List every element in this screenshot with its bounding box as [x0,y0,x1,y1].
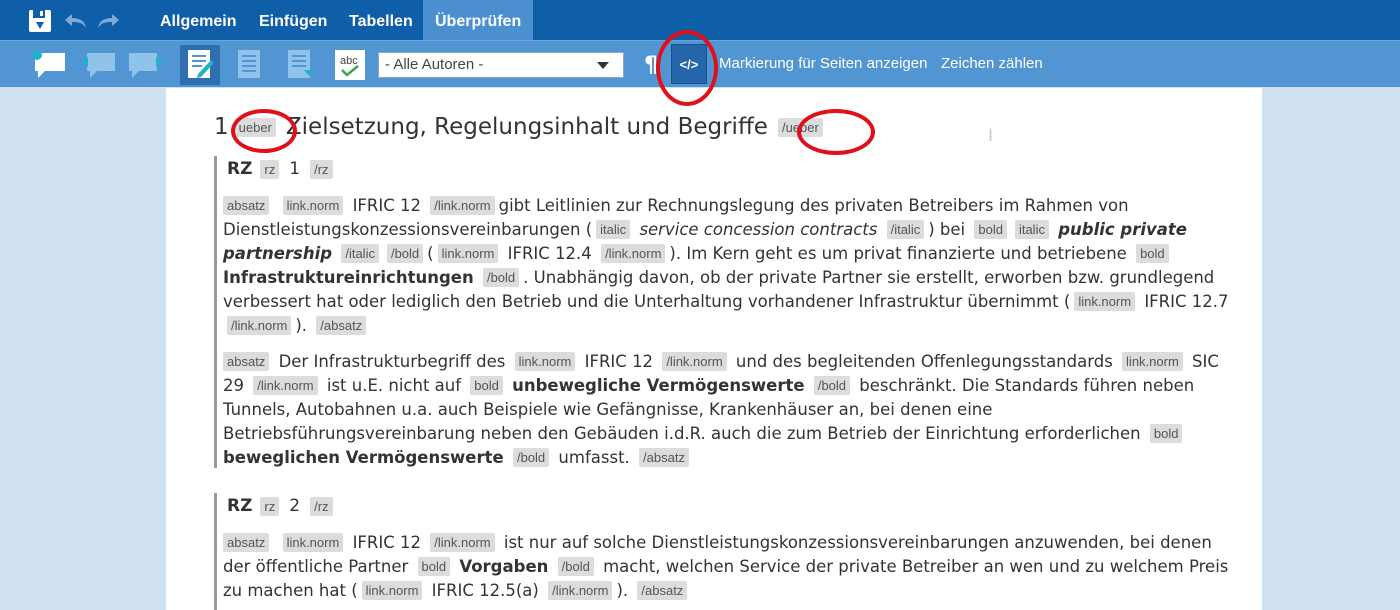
spellcheck-label: abc [340,55,358,67]
highlight-ring-tags-button [656,30,718,106]
previous-comment-icon[interactable] [78,45,118,85]
bold-tag[interactable]: bold [974,220,1007,239]
author-filter-select[interactable]: - Alle Autoren - [378,52,624,78]
link-norm-close-tag[interactable]: /link.norm [227,316,292,335]
rz-close-tag[interactable]: /rz [310,159,333,179]
save-icon[interactable] [26,8,54,34]
spellcheck-icon[interactable]: abc [330,45,370,85]
link-norm-close-tag[interactable]: /link.norm [430,533,495,552]
absatz-tag[interactable]: absatz [223,533,270,552]
link-norm-close-tag[interactable]: /link.norm [548,581,613,600]
text-run: umfasst. [558,448,630,467]
track-changes-icon[interactable] [180,45,220,85]
link-norm-tag[interactable]: link.norm [361,581,423,600]
heading-text: Zielsetzung, Regelungsinhalt und Begriff… [285,114,768,140]
new-comment-icon[interactable] [28,45,68,85]
bold-text: Vorgaben [459,557,549,576]
text-run: ). Im Kern geht es um privat finanzierte… [669,244,1127,263]
absatz-close-tag[interactable]: /absatz [316,316,367,335]
rz-open-tag[interactable]: rz [260,496,280,516]
reject-change-icon[interactable] [280,45,320,85]
bold-close-tag[interactable]: /bold [813,376,851,395]
text-run: und des begleitenden Offenlegungsstandar… [735,352,1113,371]
link-norm-tag[interactable]: link.norm [282,196,344,215]
link-norm-close-tag[interactable]: /link.norm [662,352,727,371]
link-norm-close-tag[interactable]: /link.norm [253,376,318,395]
link-norm-tag[interactable]: link.norm [514,352,576,371]
text-run: ) bei [928,220,966,239]
paragraph[interactable]: absatz link.norm IFRIC 12 /link.norm gibt… [223,194,1235,338]
link-norm-tag[interactable]: link.norm [1122,352,1183,371]
paragraph[interactable]: absatz Der Infrastrukturbegriff des link… [223,350,1235,470]
rz-close-tag-visible[interactable]: /rz [310,496,333,516]
italic-tag[interactable]: italic [1014,220,1049,239]
bold-tag[interactable]: bold [470,376,503,395]
count-characters-link[interactable]: Zeichen zählen [941,55,1043,72]
absatz-close-tag[interactable]: /absatz [639,448,689,467]
text-run: Der Infrastrukturbegriff des [278,352,506,371]
italic-tag[interactable]: italic [596,220,631,239]
absatz-close-tag[interactable]: /absatz [637,581,688,600]
bold-text: beweglichen Vermögenswerte [223,448,504,467]
highlight-ring-ueber-open [231,109,297,153]
link-norm-tag[interactable]: link.norm [437,244,499,263]
link-norm-close-tag[interactable]: /link.norm [601,244,666,263]
text-run: ). [295,316,308,335]
italic-close-tag[interactable]: /italic [886,220,925,239]
author-filter-value: - Alle Autoren - [385,56,484,73]
tab-ueberpruefen[interactable]: Überprüfen [423,0,534,40]
absatz-tag[interactable]: absatz [223,352,270,371]
bold-close-tag[interactable]: /bold [386,244,424,263]
norm-ref[interactable]: IFRIC 12.4 [508,244,592,263]
text-run: ( [427,244,434,263]
rz-label: RZ [227,159,253,179]
text-run: ist u.E. nicht auf [326,376,462,395]
rz-header: RZ rz 2 absatz /rz [227,493,1235,519]
bold-tag[interactable]: bold [1136,244,1169,263]
norm-ref[interactable]: IFRIC 12.7 [1144,292,1228,311]
bold-close-tag[interactable]: /bold [557,557,594,576]
paragraph[interactable]: absatz link.norm IFRIC 12 /link.norm ist… [223,531,1235,603]
link-norm-tag[interactable]: link.norm [282,533,344,552]
rz-number: 1 [289,159,301,179]
rz-label: RZ [227,496,253,516]
heading-number: 1 [214,114,229,140]
rz-number: 2 [289,496,301,516]
text-run: ). [616,581,629,600]
absatz-tag[interactable]: absatz [223,196,270,215]
bold-text: Infrastruktureinrichtungen [223,268,474,287]
chevron-down-icon [597,62,609,69]
bold-close-tag[interactable]: /bold [512,448,550,467]
norm-ref[interactable]: IFRIC 12 [585,352,653,371]
rz-open-tag[interactable]: rz [260,159,280,179]
norm-ref[interactable]: IFRIC 12.5(a) [432,581,539,600]
rz-block-2: RZ rz 2 absatz /rz absatz link.norm IFRI… [214,493,1235,610]
tab-tabellen[interactable]: Tabellen [337,0,425,40]
bold-tag[interactable]: bold [417,557,451,576]
show-markup-link[interactable]: Markierung für Seiten anzeigen [719,55,927,72]
next-comment-icon[interactable] [126,45,166,85]
section-heading: 1 ueber Zielsetzung, Regelungsinhalt und… [214,114,827,140]
redo-icon[interactable] [94,8,124,34]
rz-block-1: RZ rz 1 /rz absatz link.norm IFRIC 12 /l… [214,156,1235,468]
link-norm-tag[interactable]: link.norm [1074,292,1136,311]
text-cursor-icon: I [988,126,994,146]
italic-text: service concession contracts [639,220,878,239]
rz-header: RZ rz 1 /rz [227,156,1235,182]
norm-ref[interactable]: IFRIC 12 [353,533,421,552]
bold-close-tag[interactable]: /bold [482,268,520,287]
tab-einfuegen[interactable]: Einfügen [247,0,339,40]
italic-close-tag[interactable]: /italic [341,244,379,263]
bold-tag[interactable]: bold [1149,424,1183,443]
accept-change-icon[interactable] [230,45,270,85]
norm-ref[interactable]: IFRIC 12 [353,196,421,215]
tab-allgemein[interactable]: Allgemein [148,0,248,40]
link-norm-close-tag[interactable]: /link.norm [430,196,495,215]
bold-text: unbewegliche Vermögenswerte [512,376,805,395]
document-page: 1 ueber Zielsetzung, Regelungsinhalt und… [166,88,1262,610]
highlight-ring-ueber-close [797,109,875,155]
undo-icon[interactable] [60,8,90,34]
